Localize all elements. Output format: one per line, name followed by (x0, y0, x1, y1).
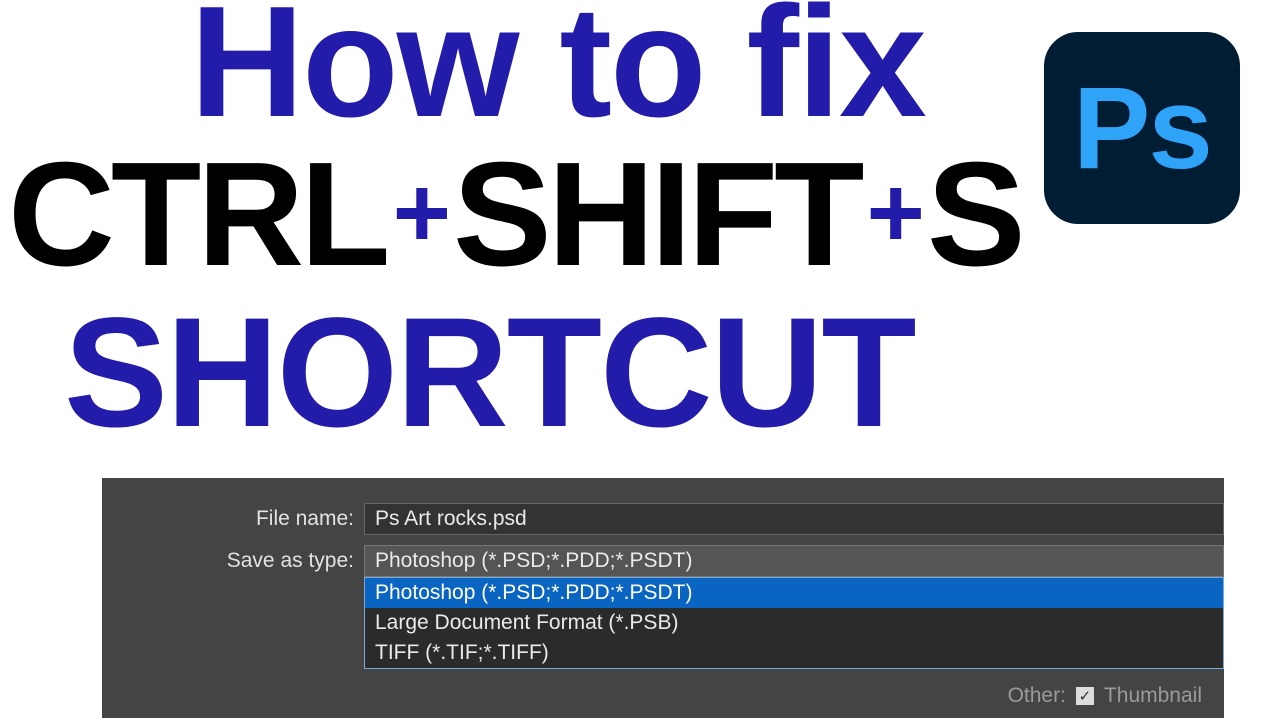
plus-1: + (387, 157, 453, 269)
savetype-option[interactable]: TIFF (*.TIF;*.TIFF) (365, 638, 1223, 668)
other-label: Other: (1008, 684, 1066, 708)
photoshop-app-icon: Ps (1044, 32, 1240, 224)
title-line-2: CTRL+SHIFT+S (8, 130, 1022, 300)
thumbnail-checkbox[interactable]: ✓ (1076, 687, 1094, 705)
filename-label: File name: (102, 507, 364, 531)
plus-2: + (861, 157, 927, 269)
savetype-option[interactable]: Photoshop (*.PSD;*.PDD;*.PSDT) (365, 578, 1223, 608)
photoshop-app-icon-text: Ps (1073, 61, 1211, 195)
kbd-shift: SHIFT (453, 132, 861, 297)
filename-input[interactable]: Ps Art rocks.psd (364, 503, 1224, 535)
filename-row: File name: Ps Art rocks.psd (102, 502, 1224, 536)
savetype-label: Save as type: (102, 549, 364, 573)
savetype-select[interactable]: Photoshop (*.PSD;*.PDD;*.PSDT) (364, 545, 1224, 577)
savetype-row: Save as type: Photoshop (*.PSD;*.PDD;*.P… (102, 544, 1224, 578)
savetype-dropdown-list[interactable]: Photoshop (*.PSD;*.PDD;*.PSDT) Large Doc… (364, 577, 1224, 669)
other-options-row: Other: ✓ Thumbnail (1008, 684, 1202, 708)
savetype-option[interactable]: Large Document Format (*.PSB) (365, 608, 1223, 638)
title-line-3: SHORTCUT (64, 284, 915, 463)
kbd-s: S (927, 132, 1022, 297)
save-as-dialog-panel: File name: Ps Art rocks.psd Save as type… (102, 478, 1224, 718)
kbd-ctrl: CTRL (8, 132, 387, 297)
thumbnail-label: Thumbnail (1104, 684, 1202, 708)
